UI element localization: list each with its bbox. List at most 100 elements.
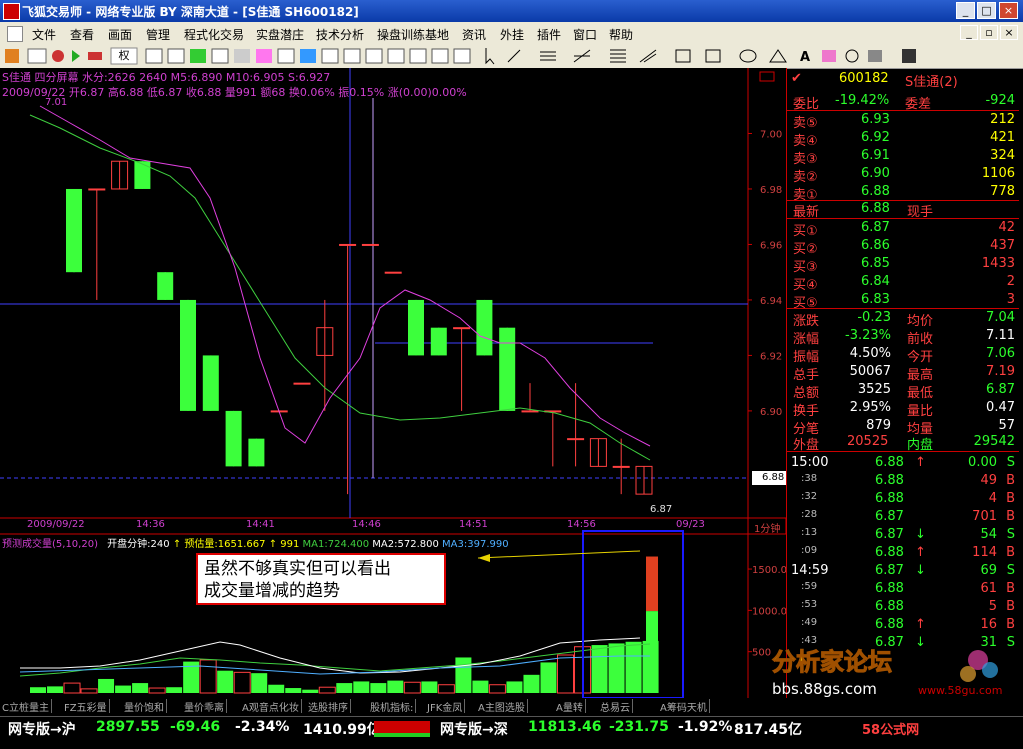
- tick-arrow: ↑: [915, 617, 926, 632]
- report-icon[interactable]: [365, 48, 383, 64]
- site1-watermark: bbs.88gs.com: [772, 680, 877, 698]
- outer-value: 20525: [847, 434, 889, 449]
- menu-view[interactable]: 查看: [70, 26, 94, 43]
- move-icon[interactable]: [72, 50, 80, 62]
- title-bar: 飞狐交易师 - 网络专业版 BY 深南大道 - [S佳通 SH600182] _…: [0, 0, 1023, 22]
- rsi-icon[interactable]: [27, 48, 47, 64]
- menu-screen[interactable]: 画面: [108, 26, 132, 43]
- color-icon[interactable]: [822, 50, 836, 62]
- sh-weak-bar: [374, 733, 430, 737]
- sell-price: 6.91: [861, 148, 890, 163]
- chart-icon[interactable]: [211, 48, 229, 64]
- list-icon[interactable]: [234, 49, 250, 63]
- grid-icon[interactable]: [167, 48, 185, 64]
- menu-program-trade[interactable]: 程式化交易: [184, 26, 244, 43]
- eraser-icon[interactable]: [845, 49, 859, 63]
- text-tool-icon[interactable]: A: [800, 50, 810, 65]
- indicator-tab[interactable]: FZ五彩量: [62, 699, 110, 714]
- menu-window[interactable]: 窗口: [573, 26, 597, 43]
- candle-body: [408, 299, 424, 356]
- sell-volume: 324: [990, 148, 1015, 163]
- inner-value: 29542: [973, 434, 1015, 449]
- mdi-restore-button[interactable]: ▫: [980, 25, 998, 40]
- indicator-tab[interactable]: 总易云: [598, 699, 633, 714]
- indicator-tab[interactable]: A筹码天机: [658, 699, 710, 714]
- indicator-tab[interactable]: 股机指标:: [368, 699, 417, 714]
- time-label-6: 09/23: [676, 519, 705, 530]
- indicator-tab[interactable]: 量价饱和: [122, 699, 167, 714]
- volume-header-title: 预测成交量(5,10,20): [2, 539, 98, 550]
- current-price-tag: 6.88: [762, 472, 785, 483]
- fib-icon[interactable]: [610, 49, 626, 63]
- open-icon[interactable]: [5, 49, 19, 63]
- sell-volume: 212: [990, 112, 1015, 127]
- menu-help[interactable]: 帮助: [609, 26, 633, 43]
- stop-icon[interactable]: [52, 50, 64, 62]
- paint-icon[interactable]: [256, 49, 272, 63]
- buy-volume: 437: [990, 238, 1015, 253]
- triangle-icon[interactable]: [769, 49, 787, 63]
- arrow-icon[interactable]: [88, 52, 102, 60]
- tick-price: 6.88: [875, 581, 904, 596]
- gann-icon[interactable]: [639, 49, 657, 63]
- menu-info[interactable]: 资讯: [462, 26, 486, 43]
- indicator-tab[interactable]: JFK金凤: [425, 699, 466, 714]
- buy-row: 买④ 6.84 2: [787, 273, 1019, 293]
- period-label[interactable]: 1分钟: [754, 520, 780, 535]
- save-icon[interactable]: [902, 49, 916, 63]
- check-icon[interactable]: [190, 49, 206, 63]
- palette-icon[interactable]: [868, 50, 882, 62]
- rectangle-icon[interactable]: [705, 49, 721, 63]
- multi-icon[interactable]: [431, 48, 449, 64]
- minimize-button[interactable]: _: [956, 2, 975, 19]
- candle-body: [180, 299, 196, 411]
- menu-plugins-ext[interactable]: 外挂: [500, 26, 524, 43]
- maximize-button[interactable]: □: [977, 2, 996, 19]
- table-icon[interactable]: [277, 48, 295, 64]
- latest-row: 最新 6.88 现手: [787, 200, 1019, 220]
- quad-icon[interactable]: [409, 48, 427, 64]
- period-icon[interactable]: [675, 49, 691, 63]
- indicator-tab[interactable]: A量转: [554, 699, 586, 714]
- indicator-tab[interactable]: 量价乖离: [182, 699, 227, 714]
- calc-icon[interactable]: [145, 48, 163, 64]
- ellipse-icon[interactable]: [739, 49, 757, 63]
- volume-bar: [421, 681, 438, 693]
- candle-body: [384, 271, 402, 274]
- volume-bar: [591, 645, 608, 693]
- layout-icon[interactable]: [343, 48, 361, 64]
- sell-row: 卖④ 6.92 421: [787, 129, 1019, 149]
- sz-change: -231.75: [609, 719, 669, 735]
- mdi-minimize-button[interactable]: _: [960, 25, 978, 40]
- split-icon[interactable]: [387, 48, 405, 64]
- mdi-close-button[interactable]: ×: [1000, 25, 1018, 40]
- cursor-icon[interactable]: [485, 48, 495, 65]
- candle-body: [430, 327, 447, 356]
- sz-index: 11813.46: [528, 719, 602, 735]
- high-price-label: 7.01: [45, 97, 68, 108]
- menu-training[interactable]: 操盘训练基地: [377, 26, 449, 43]
- indicator-tab[interactable]: 选股排序: [306, 699, 351, 714]
- candle-body: [293, 382, 311, 385]
- graph-icon[interactable]: [300, 49, 316, 63]
- indicator-tab[interactable]: C立桩量主: [0, 699, 52, 714]
- candle: [476, 299, 493, 356]
- window-icon[interactable]: [321, 48, 339, 64]
- history-icon[interactable]: [453, 48, 471, 64]
- volume-bar: [302, 689, 319, 693]
- menu-file[interactable]: 文件: [32, 26, 56, 43]
- indicator-tab[interactable]: A主图选股: [476, 699, 528, 714]
- menu-real-trade[interactable]: 实盘潜庄: [256, 26, 304, 43]
- indicator-tab[interactable]: A观音点化妆: [240, 699, 302, 714]
- menu-tech-analysis[interactable]: 技术分析: [316, 26, 364, 43]
- line-tool-icon[interactable]: [507, 49, 521, 63]
- menu-app-icon[interactable]: [7, 26, 23, 42]
- menu-plugins[interactable]: 插件: [537, 26, 561, 43]
- fan-icon[interactable]: [573, 49, 591, 63]
- sell-price: 6.92: [861, 130, 890, 145]
- close-button[interactable]: ×: [999, 2, 1018, 19]
- stat-value: 879: [866, 418, 891, 433]
- parallel-icon[interactable]: [540, 51, 556, 61]
- menu-manage[interactable]: 管理: [146, 26, 170, 43]
- tick-row: 15:00 6.88 ↑ 0.00 S: [787, 454, 1019, 472]
